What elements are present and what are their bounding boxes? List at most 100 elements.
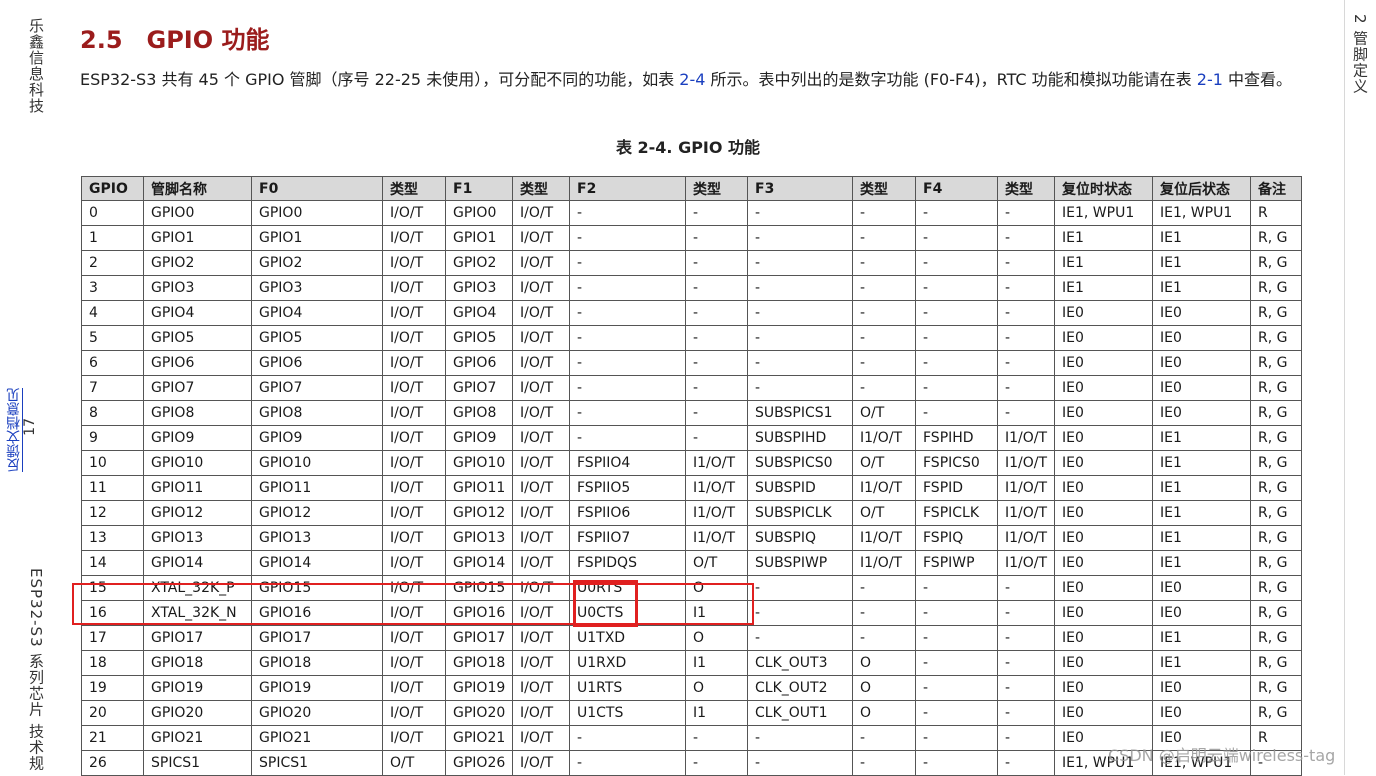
table-cell: GPIO0 [143,200,252,226]
table-cell: 6 [81,350,144,376]
table-cell: 14 [81,550,144,576]
table-cell: FSPIIO4 [569,450,686,476]
table-cell: I1/O/T [852,525,916,551]
table-cell: GPIO17 [143,625,252,651]
table-cell: IE1, WPU1 [1054,200,1153,226]
table-cell: - [685,725,748,751]
table-header-row: GPIO 管脚名称 F0 类型 F1 类型 F2 类型 F3 类型 F4 类型 复位时状态 复位后状态 备注 [81,176,1302,201]
table-cell: - [915,750,998,776]
table-cell: R, G [1250,375,1302,401]
table-reference-link[interactable]: 2-1 [1197,70,1223,89]
table-cell: - [569,375,686,401]
table-cell: GPIO17 [251,625,383,651]
highlight-box-u0rts-u0cts [573,580,638,627]
table-cell: - [915,675,998,701]
table-cell: GPIO12 [445,500,513,526]
table-cell: - [997,275,1055,301]
table-cell: 18 [81,650,144,676]
table-cell: I/O/T [382,400,446,426]
page-right-rule [1344,0,1345,775]
document-title-sidebar: ESP32-S3 系列芯片 技术规 [27,568,45,772]
table-cell: R, G [1250,625,1302,651]
table-cell: I/O/T [512,550,570,576]
table-cell: I/O/T [382,675,446,701]
table-cell: GPIO12 [251,500,383,526]
table-cell: - [569,750,686,776]
table-cell: - [852,200,916,226]
table-cell: GPIO18 [251,650,383,676]
table-row: 9 GPIO9 GPIO9 I/O/T GPIO9 I/O/T - - SUBSPIHD I1/O… [81,425,1302,451]
table-cell: IE1 [1152,550,1251,576]
table-cell: 11 [81,475,144,501]
table-cell: GPIO20 [445,700,513,726]
column-header: F3 [747,176,853,201]
table-cell: GPIO14 [445,550,513,576]
table-cell: - [852,350,916,376]
table-cell: - [747,725,853,751]
table-cell: - [915,725,998,751]
table-row: 14 GPIO14 GPIO14 I/O/T GPIO14 I/O/T FSPIDQS O/T… [81,550,1302,576]
table-cell: - [569,300,686,326]
table-cell: I/O/T [512,500,570,526]
table-cell: - [915,600,998,626]
table-cell: - [747,575,853,601]
table-cell: R, G [1250,525,1302,551]
table-cell: IE0 [1152,375,1251,401]
table-caption: 表 2-4. GPIO 功能 [615,138,761,157]
table-cell: - [569,725,686,751]
table-cell: R, G [1250,250,1302,276]
table-cell: I/O/T [382,700,446,726]
table-cell: I1/O/T [685,500,748,526]
table-cell: GPIO18 [445,650,513,676]
section-number: 2.5 [80,26,123,54]
table-cell: FSPICS0 [915,450,998,476]
table-cell: IE1 [1152,500,1251,526]
table-cell: - [915,325,998,351]
table-cell: 20 [81,700,144,726]
table-cell: - [685,375,748,401]
table-cell: I/O/T [382,275,446,301]
table-cell: I/O/T [382,350,446,376]
table-cell: GPIO19 [445,675,513,701]
table-cell: R, G [1250,425,1302,451]
table-cell: IE0 [1054,600,1153,626]
table-cell: I/O/T [382,500,446,526]
watermark: CSDN @启明云端wireless-tag [1108,746,1336,765]
table-cell: I1/O/T [685,525,748,551]
table-cell: GPIO11 [445,475,513,501]
chapter-sidebar-label: 2 管脚定义 [1351,14,1369,95]
table-cell: R, G [1250,275,1302,301]
table-cell: O/T [852,450,916,476]
table-row: 18 GPIO18 GPIO18 I/O/T GPIO18 I/O/T U1RXD I1 CLK… [81,650,1302,676]
table-cell: O/T [852,500,916,526]
paragraph-text: 中查看。 [1222,70,1293,89]
table-cell: GPIO3 [143,275,252,301]
column-header: 管脚名称 [143,176,252,201]
column-header: GPIO [81,176,144,201]
table-row: 13 GPIO13 GPIO13 I/O/T GPIO13 I/O/T FSPIIO7 I1/… [81,525,1302,551]
table-cell: - [852,725,916,751]
table-cell: GPIO14 [143,550,252,576]
table-cell: R, G [1250,600,1302,626]
table-cell: 1 [81,225,144,251]
table-cell: GPIO13 [143,525,252,551]
table-cell: IE1 [1152,475,1251,501]
table-cell: GPIO19 [251,675,383,701]
table-cell: IE0 [1054,575,1153,601]
table-reference-link[interactable]: 2-4 [679,70,705,89]
table-cell: 8 [81,400,144,426]
table-cell: - [915,250,998,276]
table-cell: - [685,325,748,351]
table-cell: IE0 [1054,625,1153,651]
table-row: 1 GPIO1 GPIO1 I/O/T GPIO1 I/O/T - - - - - - IE1 IE1 R,… [81,225,1302,251]
feedback-link[interactable]: 反馈文档意见 [4,388,24,472]
column-header: 类型 [852,176,916,201]
table-cell: - [569,350,686,376]
table-cell: - [852,625,916,651]
table-cell: GPIO21 [251,725,383,751]
table-cell: I/O/T [512,300,570,326]
table-cell: SUBSPICS1 [747,400,853,426]
table-cell: R, G [1250,475,1302,501]
table-cell: R, G [1250,700,1302,726]
table-cell: GPIO8 [251,400,383,426]
